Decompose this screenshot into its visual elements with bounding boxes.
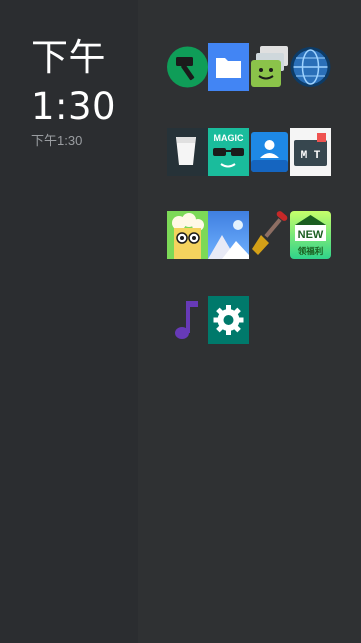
new-welfare-icon[interactable]: NEW 领福利 [290,211,331,259]
popcorn-face-icon[interactable] [167,211,208,259]
globe-browser-icon[interactable] [290,43,331,91]
new-badge-text: NEW [298,229,324,241]
magic-label: MAGIC [214,133,244,143]
settings-gear-icon[interactable] [208,296,249,344]
milk-glass-icon[interactable] [167,128,208,176]
magic-sunglasses-icon[interactable]: MAGIC [208,128,249,176]
mt-label: M T [301,150,321,162]
contacts-icon[interactable] [249,128,290,176]
folder-icon[interactable] [208,43,249,91]
new-badge-subtitle: 领福利 [297,246,324,257]
gallery-mountain-icon[interactable] [208,211,249,259]
hammer-icon[interactable] [167,43,208,91]
clock-period: 下午 [31,36,106,79]
clock-subtext: 下午1:30 [31,133,83,148]
clock-panel: 下午 1:30 下午1:30 [0,0,138,643]
shovel-icon[interactable] [249,211,290,259]
music-note-icon[interactable] [167,296,208,344]
mt-manager-icon[interactable]: M T [290,128,331,176]
messaging-icon[interactable] [249,43,290,91]
clock-time: 1:30 [31,85,117,128]
